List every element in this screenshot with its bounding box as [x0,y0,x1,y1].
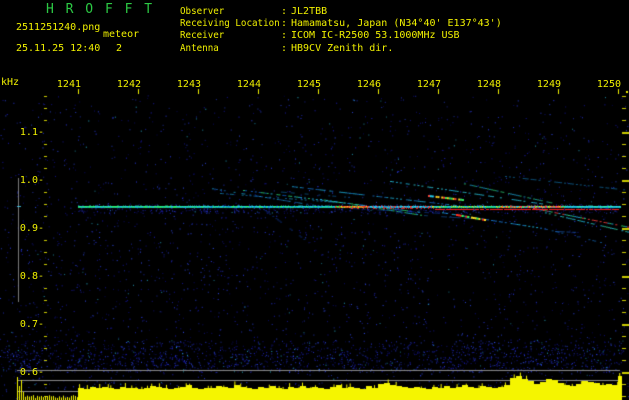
freq-tick-label: 0.8- [19,271,44,282]
freq-tick-label: 1.0- [19,175,44,186]
time-tick-label: 1245 [296,79,321,90]
meteor-count: 2 [116,43,123,54]
freq-tick-label: 0.9- [19,223,44,234]
time-tick-label: 1250 [596,79,621,90]
freq-tick-label: 0.7- [19,319,44,330]
time-tick-label: 1248 [476,79,501,90]
station-info-value: JL2TBB [291,6,328,17]
capture-datetime: 25.11.25 12:40 [16,43,101,54]
station-info-value: ICOM IC-R2500 53.1000MHz USB [291,30,460,41]
time-tick-label: 1243 [176,79,201,90]
freq-tick-label: 1.1- [19,127,44,138]
capture-filename: 2511251240.png [16,22,101,33]
station-info-label: Receiving Location [180,18,280,29]
station-info-colon: : [281,6,288,17]
time-tick-label: 1241 [56,79,81,90]
station-info-colon: : [281,43,288,54]
time-tick-label: 1246 [356,79,381,90]
station-info-colon: : [281,30,288,41]
freq-tick-label: 0.6- [19,367,44,378]
observation-mode-label: meteor [103,29,140,40]
spectrogram-canvas [0,0,629,400]
station-info-label: Receiver [180,30,225,41]
station-info-colon: : [281,18,288,29]
station-info-value: HB9CV Zenith dir. [291,43,394,54]
time-tick-label: 1247 [416,79,441,90]
station-info-label: Observer [180,6,225,17]
time-tick-label: 1244 [236,79,261,90]
station-info-label: Antenna [180,43,219,54]
station-info-value: Hamamatsu, Japan (N34°40' E137°43') [291,18,502,29]
hrofft-window: H R O F F T 2511251240.png meteor 25.11.… [0,0,629,400]
time-tick-label: 1249 [536,79,561,90]
app-title: H R O F F T [46,2,155,17]
time-tick-label: 1242 [116,79,141,90]
freq-axis-unit-label: kHz [1,77,20,88]
